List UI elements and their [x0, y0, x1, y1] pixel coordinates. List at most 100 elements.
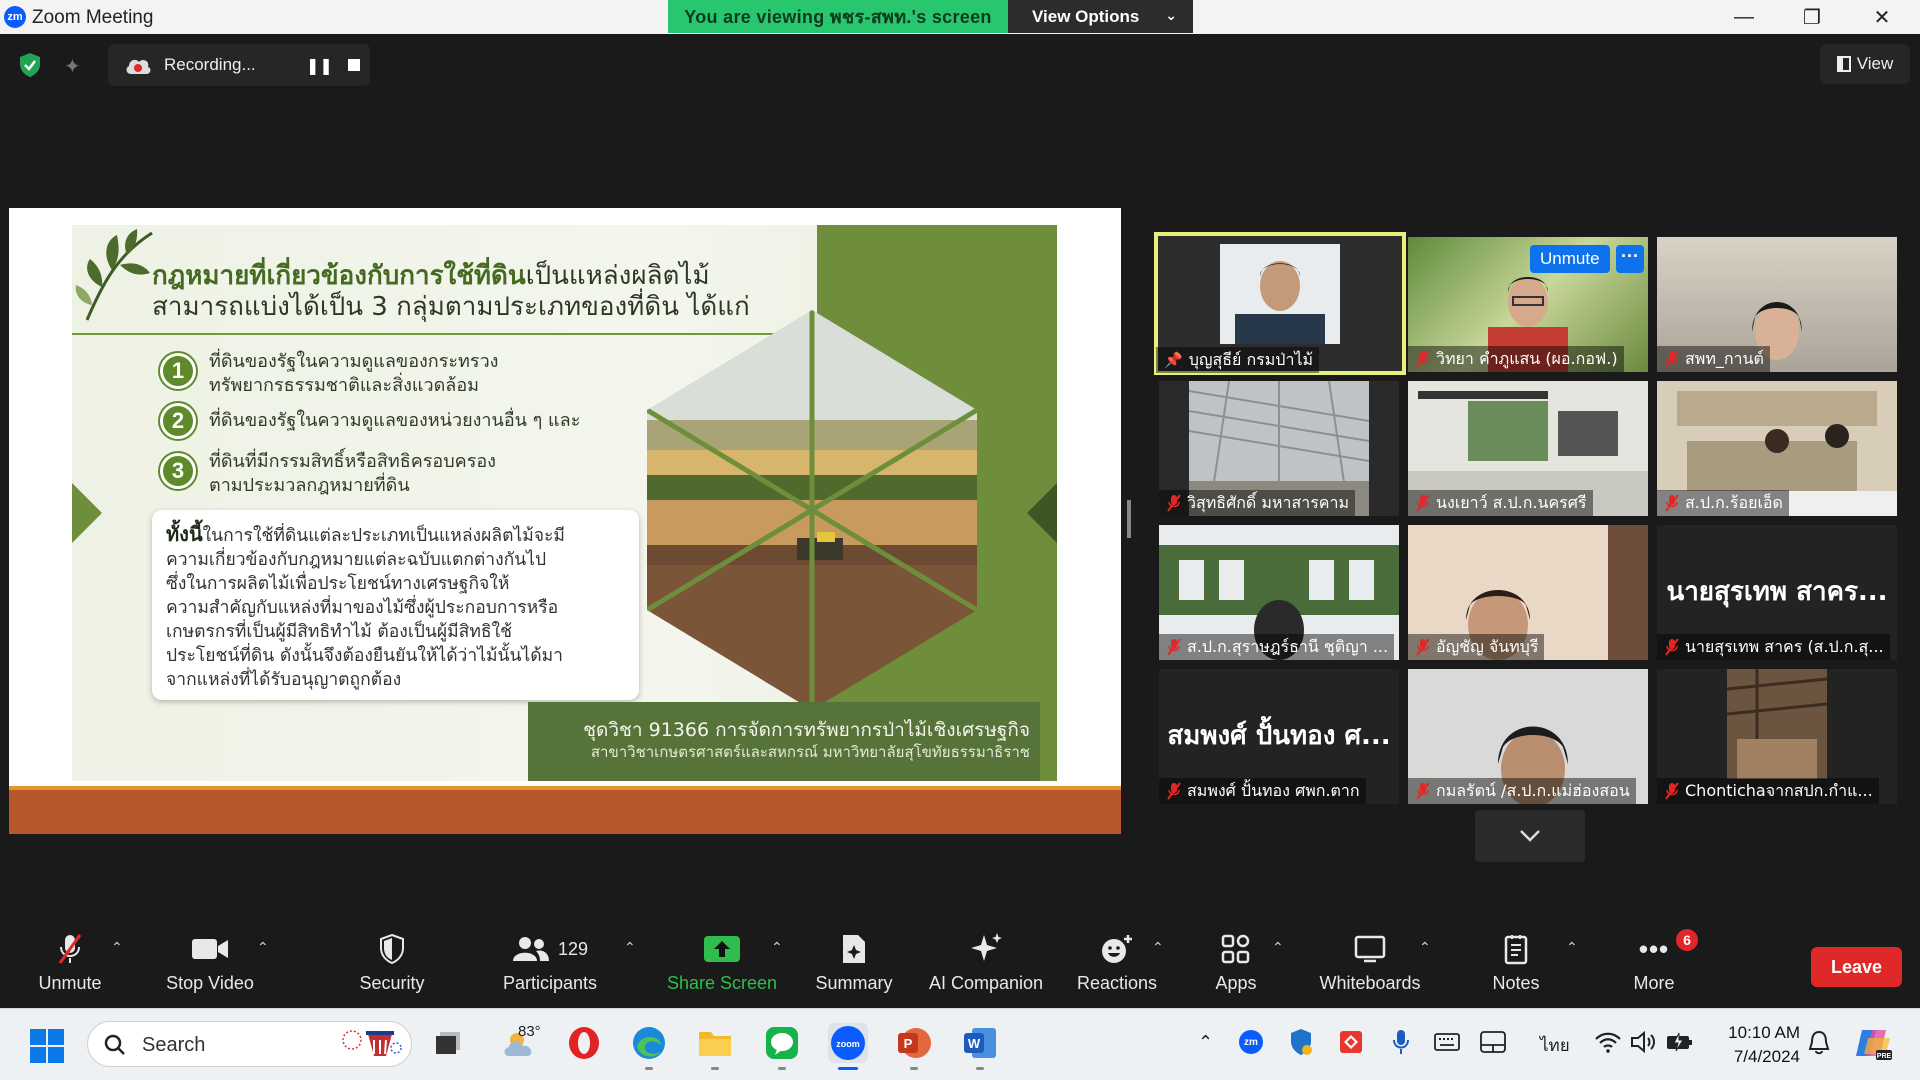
- notes-button[interactable]: Notes: [1476, 933, 1556, 994]
- edge-browser-icon[interactable]: [629, 1023, 669, 1070]
- input-language-indicator[interactable]: ไทย: [1540, 1032, 1570, 1059]
- apps-options-caret-icon[interactable]: ⌃: [1272, 939, 1284, 956]
- share-options-caret-icon[interactable]: ⌃: [771, 939, 783, 956]
- gallery-next-page-button[interactable]: [1475, 810, 1585, 862]
- powerpoint-app-icon[interactable]: P: [894, 1023, 934, 1070]
- audio-options-caret-icon[interactable]: ⌃: [111, 939, 123, 956]
- video-options-caret-icon[interactable]: ⌃: [257, 939, 269, 956]
- keyboard-icon[interactable]: [1432, 1027, 1462, 1057]
- title-bar: zm Zoom Meeting You are viewing พชร-สพท.…: [0, 0, 1920, 34]
- share-screen-icon: [704, 936, 740, 962]
- panel-resize-handle[interactable]: [1127, 500, 1131, 538]
- participant-tile[interactable]: Chontichaจากสปก.กำแ...: [1657, 669, 1897, 804]
- item-1-text: ที่ดินของรัฐในความดูแลของกระทรวง ทรัพยาก…: [209, 350, 498, 398]
- video-camera-icon: [192, 939, 228, 959]
- share-screen-button[interactable]: Share Screen: [664, 933, 780, 994]
- participant-tile[interactable]: ส.ป.ก.สุราษฎร์ธานี ชุติญา ...: [1159, 525, 1399, 660]
- participant-name-label: นายสุรเทพ สาคร (ส.ป.ก.สุ...: [1657, 634, 1890, 660]
- more-notification-badge: 6: [1676, 929, 1698, 951]
- participant-tile[interactable]: ส.ป.ก.ร้อยเอ็ด: [1657, 381, 1897, 516]
- stop-recording-button[interactable]: [348, 59, 360, 71]
- touchpad-icon[interactable]: [1478, 1027, 1508, 1057]
- participant-tile[interactable]: 📌 บุญสุธีย์ กรมป่าไม้: [1154, 232, 1406, 375]
- close-button[interactable]: ✕: [1852, 0, 1912, 34]
- recording-indicator: Recording... ❚❚: [108, 44, 370, 86]
- view-options-button[interactable]: View Options ⌄: [1008, 0, 1193, 33]
- zoom-app-icon[interactable]: zoom: [828, 1023, 868, 1070]
- participant-tile[interactable]: นงเยาว์ ส.ป.ก.นครศรี: [1408, 381, 1648, 516]
- battery-charging-icon[interactable]: [1664, 1027, 1696, 1057]
- security-button[interactable]: Security: [352, 933, 432, 994]
- participant-name: กมลรัตน์ /ส.ป.ก.แม่ฮ่องสอน: [1436, 781, 1630, 800]
- participant-name: วิสุทธิศักดิ์ มหาสารคาม: [1187, 493, 1350, 512]
- participant-tile[interactable]: อัญชัญ จันทบุรี: [1408, 525, 1648, 660]
- participant-name: สมพงศ์ ปั้นทอง ศพก.ตาก: [1187, 781, 1360, 800]
- ai-companion-button[interactable]: AI Companion: [922, 933, 1050, 994]
- whiteboards-options-caret-icon[interactable]: ⌃: [1419, 939, 1431, 956]
- volume-icon[interactable]: [1628, 1027, 1660, 1057]
- chevron-down-icon: [1520, 830, 1540, 842]
- item-number-3: 3: [160, 453, 196, 489]
- defender-shield-icon[interactable]: [1286, 1027, 1316, 1057]
- reactions-button[interactable]: Reactions: [1075, 933, 1159, 994]
- participants-options-caret-icon[interactable]: ⌃: [624, 939, 636, 956]
- show-hidden-icons-chevron-icon[interactable]: ⌃: [1198, 1032, 1213, 1053]
- apps-button[interactable]: Apps: [1196, 933, 1276, 994]
- zoom-tray-icon[interactable]: zm: [1236, 1027, 1266, 1057]
- copilot-icon[interactable]: PRE: [1852, 1023, 1896, 1063]
- participant-tile[interactable]: วิสุทธิศักดิ์ มหาสารคาม: [1159, 381, 1399, 516]
- participant-name-label: กมลรัตน์ /ส.ป.ก.แม่ฮ่องสอน: [1408, 778, 1636, 804]
- participant-display-name: นายสุรเทพ สาคร...: [1666, 577, 1888, 607]
- unmute-participant-button[interactable]: Unmute: [1530, 245, 1610, 273]
- pin-icon: 📌: [1164, 351, 1183, 369]
- unmute-button[interactable]: Unmute: [30, 933, 110, 994]
- windows-taskbar: Search 83° zoom P W ⌃ zm ไทย 10:10 AM 7/…: [0, 1008, 1920, 1080]
- svg-text:PRE: PRE: [1877, 1053, 1892, 1060]
- presentation-slide: กฎหมายที่เกี่ยวข้องกับการใช้ที่ดินเป็นแห…: [72, 225, 1057, 781]
- running-indicator: [645, 1067, 653, 1070]
- opera-browser-icon[interactable]: [564, 1023, 604, 1063]
- participants-button[interactable]: 129 Participants: [500, 933, 600, 994]
- participant-tile[interactable]: นายสุรเทพ สาคร... นายสุรเทพ สาคร (ส.ป.ก.…: [1657, 525, 1897, 660]
- item-2-text: ที่ดินของรัฐในความดูแลของหน่วยงานอื่น ๆ …: [209, 409, 580, 433]
- running-indicator: [976, 1067, 984, 1070]
- anydesk-tray-icon[interactable]: [1336, 1027, 1366, 1057]
- task-view-icon[interactable]: [428, 1023, 468, 1063]
- microphone-in-use-icon[interactable]: [1386, 1027, 1416, 1057]
- notes-options-caret-icon[interactable]: ⌃: [1566, 939, 1578, 956]
- wifi-icon[interactable]: [1592, 1027, 1624, 1057]
- encryption-shield-icon[interactable]: [18, 52, 42, 78]
- whiteboards-button[interactable]: Whiteboards: [1314, 933, 1426, 994]
- participant-name-label: สมพงศ์ ปั้นทอง ศพก.ตาก: [1159, 778, 1366, 804]
- participant-tile[interactable]: Unmute ··· วิทยา คำภูแสน (ผอ.กอฟ.): [1408, 237, 1648, 372]
- ai-sparkle-icon[interactable]: ✦: [64, 54, 81, 79]
- reactions-options-caret-icon[interactable]: ⌃: [1152, 939, 1164, 956]
- windows-start-icon[interactable]: [30, 1029, 64, 1063]
- word-app-icon[interactable]: W: [960, 1023, 1000, 1070]
- taskbar-search-box[interactable]: Search: [87, 1021, 412, 1067]
- maximize-button[interactable]: ❐: [1782, 0, 1842, 34]
- stop-video-label: Stop Video: [166, 973, 254, 993]
- pause-recording-button[interactable]: ❚❚: [306, 56, 333, 76]
- muted-mic-icon: [1665, 782, 1679, 800]
- muted-mic-icon: [1167, 638, 1181, 656]
- stop-video-button[interactable]: Stop Video: [160, 933, 260, 994]
- file-explorer-icon[interactable]: [695, 1023, 735, 1070]
- participant-tile[interactable]: สมพงศ์ ปั้นทอง ศ... สมพงศ์ ปั้นทอง ศพก.ต…: [1159, 669, 1399, 804]
- participant-tile[interactable]: กมลรัตน์ /ส.ป.ก.แม่ฮ่องสอน: [1408, 669, 1648, 804]
- minimize-button[interactable]: —: [1714, 0, 1774, 34]
- clock-time: 10:10 AM: [1728, 1023, 1800, 1042]
- summary-button[interactable]: Summary: [812, 933, 896, 994]
- line-app-icon[interactable]: [762, 1023, 802, 1070]
- participant-name-label: ส.ป.ก.ร้อยเอ็ด: [1657, 490, 1789, 516]
- participant-name: Chontichaจากสปก.กำแ...: [1685, 781, 1873, 800]
- participant-tile[interactable]: สพท_กานต์: [1657, 237, 1897, 372]
- view-layout-button[interactable]: View: [1820, 44, 1910, 84]
- participant-name: วิทยา คำภูแสน (ผอ.กอฟ.): [1436, 349, 1618, 368]
- notification-bell-icon[interactable]: [1802, 1027, 1836, 1059]
- taskbar-clock[interactable]: 10:10 AM 7/4/2024: [1710, 1021, 1800, 1069]
- item-number-1: 1: [160, 353, 196, 389]
- note-line-1: ในการใช้ที่ดินแต่ละประเภทเป็นแหล่งผลิตไม…: [202, 526, 565, 546]
- leave-button[interactable]: Leave: [1811, 947, 1902, 987]
- participant-more-button[interactable]: ···: [1616, 245, 1644, 273]
